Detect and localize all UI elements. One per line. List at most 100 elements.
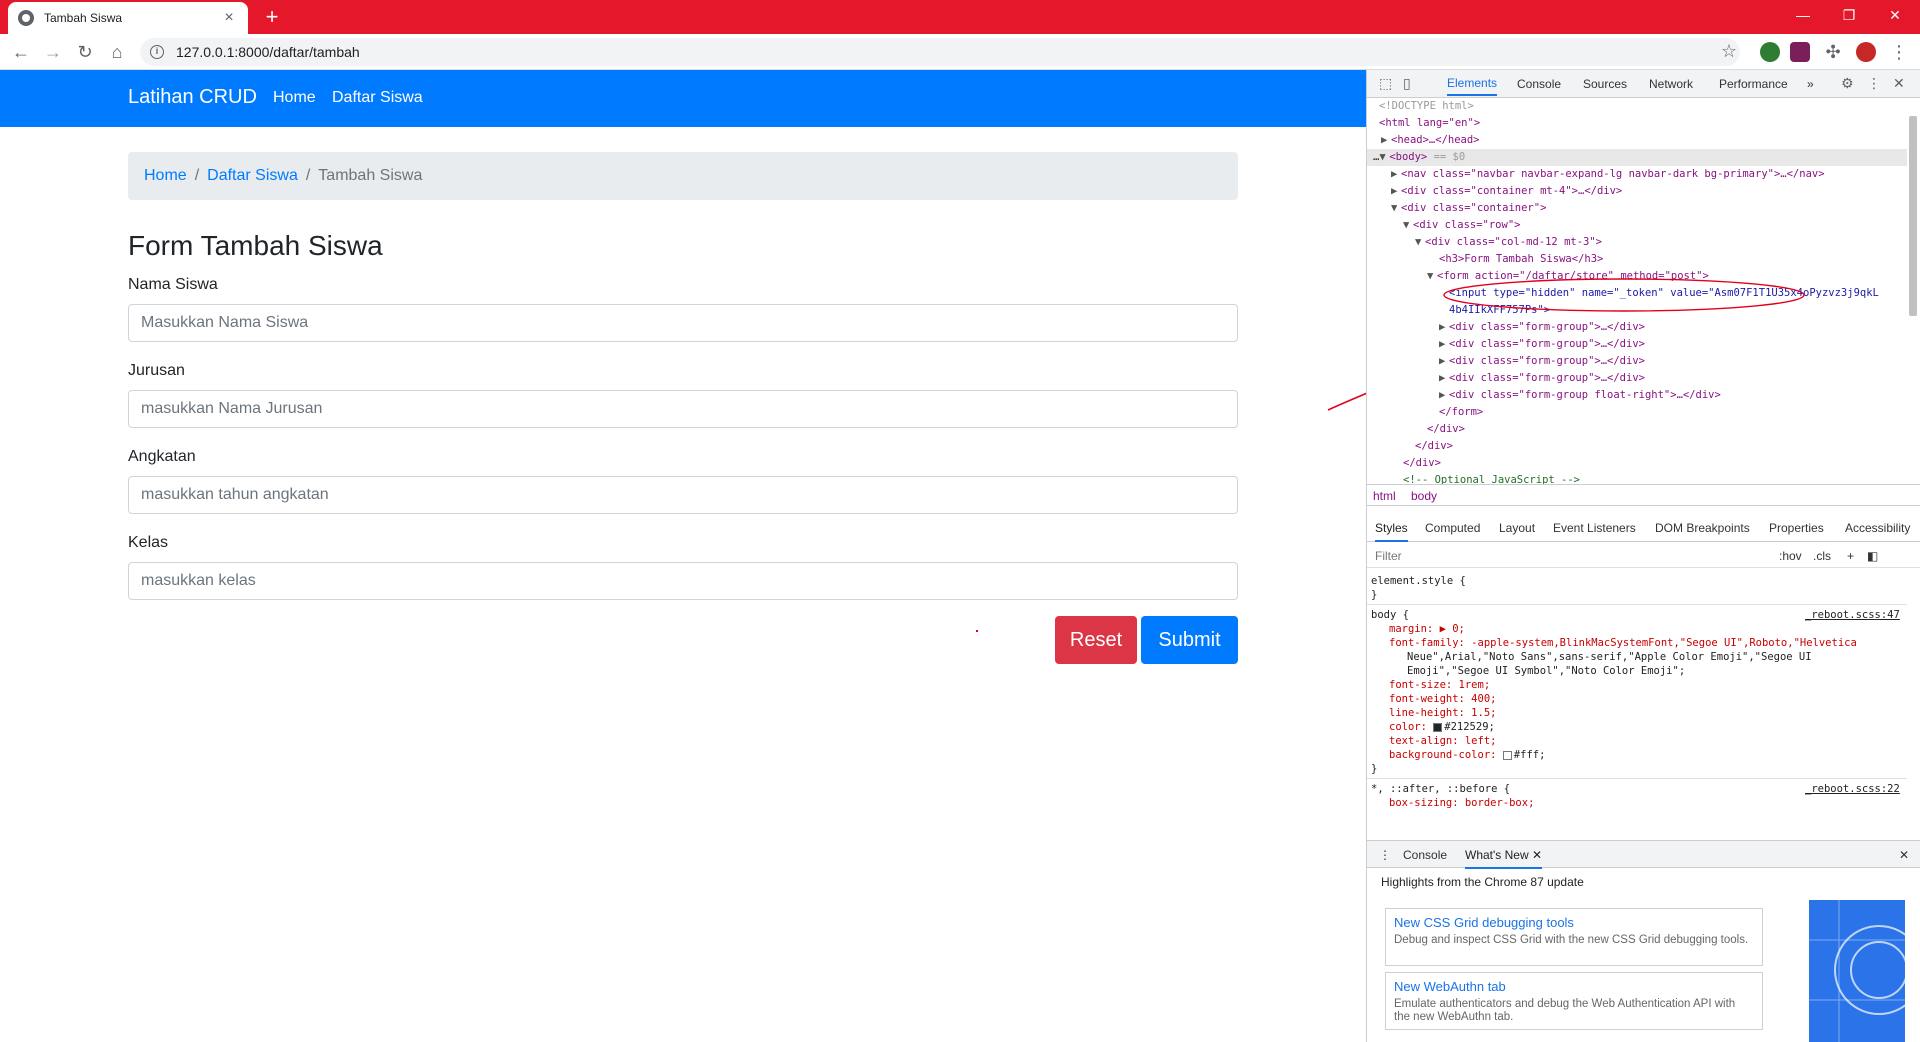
css-prop-font-weight[interactable]: font-weight: 400; xyxy=(1389,692,1496,706)
dom-node[interactable]: </div> xyxy=(1415,438,1453,455)
dom-node[interactable]: <!-- Optional JavaScript --> xyxy=(1403,472,1580,484)
address-bar[interactable]: i 127.0.0.1:8000/daftar/tambah xyxy=(140,38,1740,66)
puzzle-icon[interactable]: ✣ xyxy=(1820,40,1846,64)
css-prop-background-color[interactable]: background-color: #fff; xyxy=(1389,748,1545,762)
breadcrumb-home[interactable]: Home xyxy=(144,167,187,185)
scrollbar-thumb[interactable] xyxy=(1909,116,1917,316)
new-tab-button[interactable]: + xyxy=(260,5,284,29)
extension-icon[interactable] xyxy=(1760,42,1780,62)
new-rule-button[interactable]: + xyxy=(1847,549,1854,563)
home-icon[interactable]: ⌂ xyxy=(104,40,130,64)
kelas-input[interactable]: masukkan kelas xyxy=(128,562,1238,600)
dom-node[interactable]: ▶ <head>…</head> xyxy=(1381,132,1480,149)
reset-button[interactable]: Reset xyxy=(1055,616,1137,664)
breadcrumb-daftar-siswa[interactable]: Daftar Siswa xyxy=(207,167,298,185)
filter-input[interactable]: Filter xyxy=(1375,549,1402,563)
dom-node-selected[interactable]: …▼ <body> == $0 xyxy=(1367,149,1907,166)
close-window-button[interactable]: ✕ xyxy=(1872,0,1918,30)
tab-accessibility[interactable]: Accessibility xyxy=(1845,521,1910,535)
tab-computed[interactable]: Computed xyxy=(1425,521,1480,535)
drawer-tab-whats-new[interactable]: What's New ✕ xyxy=(1465,848,1543,869)
browser-tab[interactable]: Tambah Siswa × xyxy=(8,2,248,34)
dom-node[interactable]: ▼ <div class="col-md-12 mt-3"> xyxy=(1415,234,1602,251)
minimize-button[interactable]: — xyxy=(1780,0,1826,30)
drawer-tab-console[interactable]: Console xyxy=(1403,848,1447,862)
dom-node[interactable]: ▶ <div class="form-group">…</div> xyxy=(1439,353,1645,370)
dom-node[interactable]: ▶ <div class="container mt-4">…</div> xyxy=(1391,183,1622,200)
extension-icon[interactable] xyxy=(1790,42,1810,62)
gear-icon[interactable]: ⚙ xyxy=(1841,75,1854,92)
drawer-menu-icon[interactable]: ⋮ xyxy=(1379,848,1391,862)
nav-link-home[interactable]: Home xyxy=(273,89,316,107)
forward-icon[interactable]: → xyxy=(40,40,66,64)
inspect-element-icon[interactable]: ⬚ xyxy=(1379,75,1392,92)
sidebar-toggle-icon[interactable]: ◧ xyxy=(1867,549,1878,563)
dom-node[interactable]: </div> xyxy=(1427,421,1465,438)
dom-node[interactable]: ▼ <div class="container"> xyxy=(1391,200,1546,217)
menu-kebab-icon[interactable]: ⋮ xyxy=(1886,40,1912,64)
dom-node[interactable]: ▶ <div class="form-group">…</div> xyxy=(1439,336,1645,353)
tab-styles[interactable]: Styles xyxy=(1375,521,1408,542)
source-link[interactable]: _reboot.scss:22 xyxy=(1805,782,1900,796)
tab-event-listeners[interactable]: Event Listeners xyxy=(1553,521,1636,535)
css-prop-margin[interactable]: margin: ▶ 0; xyxy=(1389,622,1465,636)
card-title[interactable]: New WebAuthn tab xyxy=(1394,979,1754,994)
jurusan-input[interactable]: masukkan Nama Jurusan xyxy=(128,390,1238,428)
tab-elements[interactable]: Elements xyxy=(1447,76,1498,96)
css-prop-box-sizing[interactable]: box-sizing: border-box; xyxy=(1389,796,1534,810)
dom-node[interactable]: ▶ <nav class="navbar navbar-expand-lg nav… xyxy=(1391,166,1825,183)
tab-close-icon[interactable]: × xyxy=(220,9,238,27)
web-page: Latihan CRUD Home Daftar Siswa Home / Da… xyxy=(0,70,1402,1042)
css-prop-text-align[interactable]: text-align: left; xyxy=(1389,734,1496,748)
cls-toggle[interactable]: .cls xyxy=(1813,549,1831,563)
nama-siswa-input[interactable]: Masukkan Nama Siswa xyxy=(128,304,1238,342)
dom-node[interactable]: ▼ <div class="row"> xyxy=(1403,217,1520,234)
dom-node[interactable]: <html lang="en"> xyxy=(1379,115,1480,132)
submit-button[interactable]: Submit xyxy=(1141,616,1238,664)
source-link[interactable]: _reboot.scss:47 xyxy=(1805,608,1900,622)
dom-node[interactable]: </form> xyxy=(1439,404,1483,421)
tab-dom-breakpoints[interactable]: DOM Breakpoints xyxy=(1655,521,1750,535)
tab-sources[interactable]: Sources xyxy=(1583,77,1627,91)
crumb-html[interactable]: html xyxy=(1373,489,1396,503)
dom-node[interactable]: </div> xyxy=(1403,455,1441,472)
tab-performance[interactable]: Performance xyxy=(1719,77,1788,91)
crumb-body[interactable]: body xyxy=(1411,489,1437,503)
navbar-brand[interactable]: Latihan CRUD xyxy=(128,86,257,109)
close-drawer-icon[interactable]: ✕ xyxy=(1899,848,1909,862)
device-toggle-icon[interactable]: ▯ xyxy=(1403,75,1411,92)
card-desc: Debug and inspect CSS Grid with the new … xyxy=(1394,934,1749,946)
whats-new-card[interactable]: New CSS Grid debugging tools Debug and i… xyxy=(1385,908,1763,966)
tab-layout[interactable]: Layout xyxy=(1499,521,1535,535)
css-prop-color[interactable]: color: #212529; xyxy=(1389,720,1495,734)
nav-link-daftar-siswa[interactable]: Daftar Siswa xyxy=(332,89,423,107)
dom-node[interactable]: ▶ <div class="form-group">…</div> xyxy=(1439,370,1645,387)
css-prop-line-height[interactable]: line-height: 1.5; xyxy=(1389,706,1496,720)
tab-properties[interactable]: Properties xyxy=(1769,521,1824,535)
dom-node[interactable]: <h3>Form Tambah Siswa</h3> xyxy=(1439,251,1603,268)
profile-avatar[interactable] xyxy=(1856,42,1876,62)
tab-network[interactable]: Network xyxy=(1649,77,1693,91)
devtools-menu-icon[interactable]: ⋮ xyxy=(1867,75,1881,92)
css-prop-font-size[interactable]: font-size: 1rem; xyxy=(1389,678,1490,692)
color-swatch[interactable] xyxy=(1502,750,1512,760)
close-icon[interactable]: ✕ xyxy=(1532,848,1542,862)
dom-node[interactable]: ▶ <div class="form-group float-right">…</… xyxy=(1439,387,1721,404)
hov-toggle[interactable]: :hov xyxy=(1779,549,1802,563)
restore-button[interactable]: ❐ xyxy=(1826,0,1872,30)
dom-scrollbar[interactable] xyxy=(1908,104,1918,484)
reload-icon[interactable]: ↻ xyxy=(72,40,98,64)
dom-node[interactable]: ▶ <div class="form-group">…</div> xyxy=(1439,319,1645,336)
close-icon[interactable]: ✕ xyxy=(1893,75,1905,92)
back-icon[interactable]: ← xyxy=(8,40,34,64)
css-prop-font-family[interactable]: font-family: -apple-system,BlinkMacSyste… xyxy=(1389,636,1857,650)
info-icon[interactable]: i xyxy=(150,45,164,59)
tab-console[interactable]: Console xyxy=(1517,77,1561,91)
more-tabs-button[interactable]: » xyxy=(1807,77,1814,91)
whats-new-card[interactable]: New WebAuthn tab Emulate authenticators … xyxy=(1385,972,1763,1030)
bookmark-star-icon[interactable]: ☆ xyxy=(1716,39,1742,63)
card-title[interactable]: New CSS Grid debugging tools xyxy=(1394,915,1754,930)
color-swatch[interactable] xyxy=(1433,722,1443,732)
angkatan-input[interactable]: masukkan tahun angkatan xyxy=(128,476,1238,514)
dom-node[interactable]: <!DOCTYPE html> xyxy=(1379,98,1474,115)
